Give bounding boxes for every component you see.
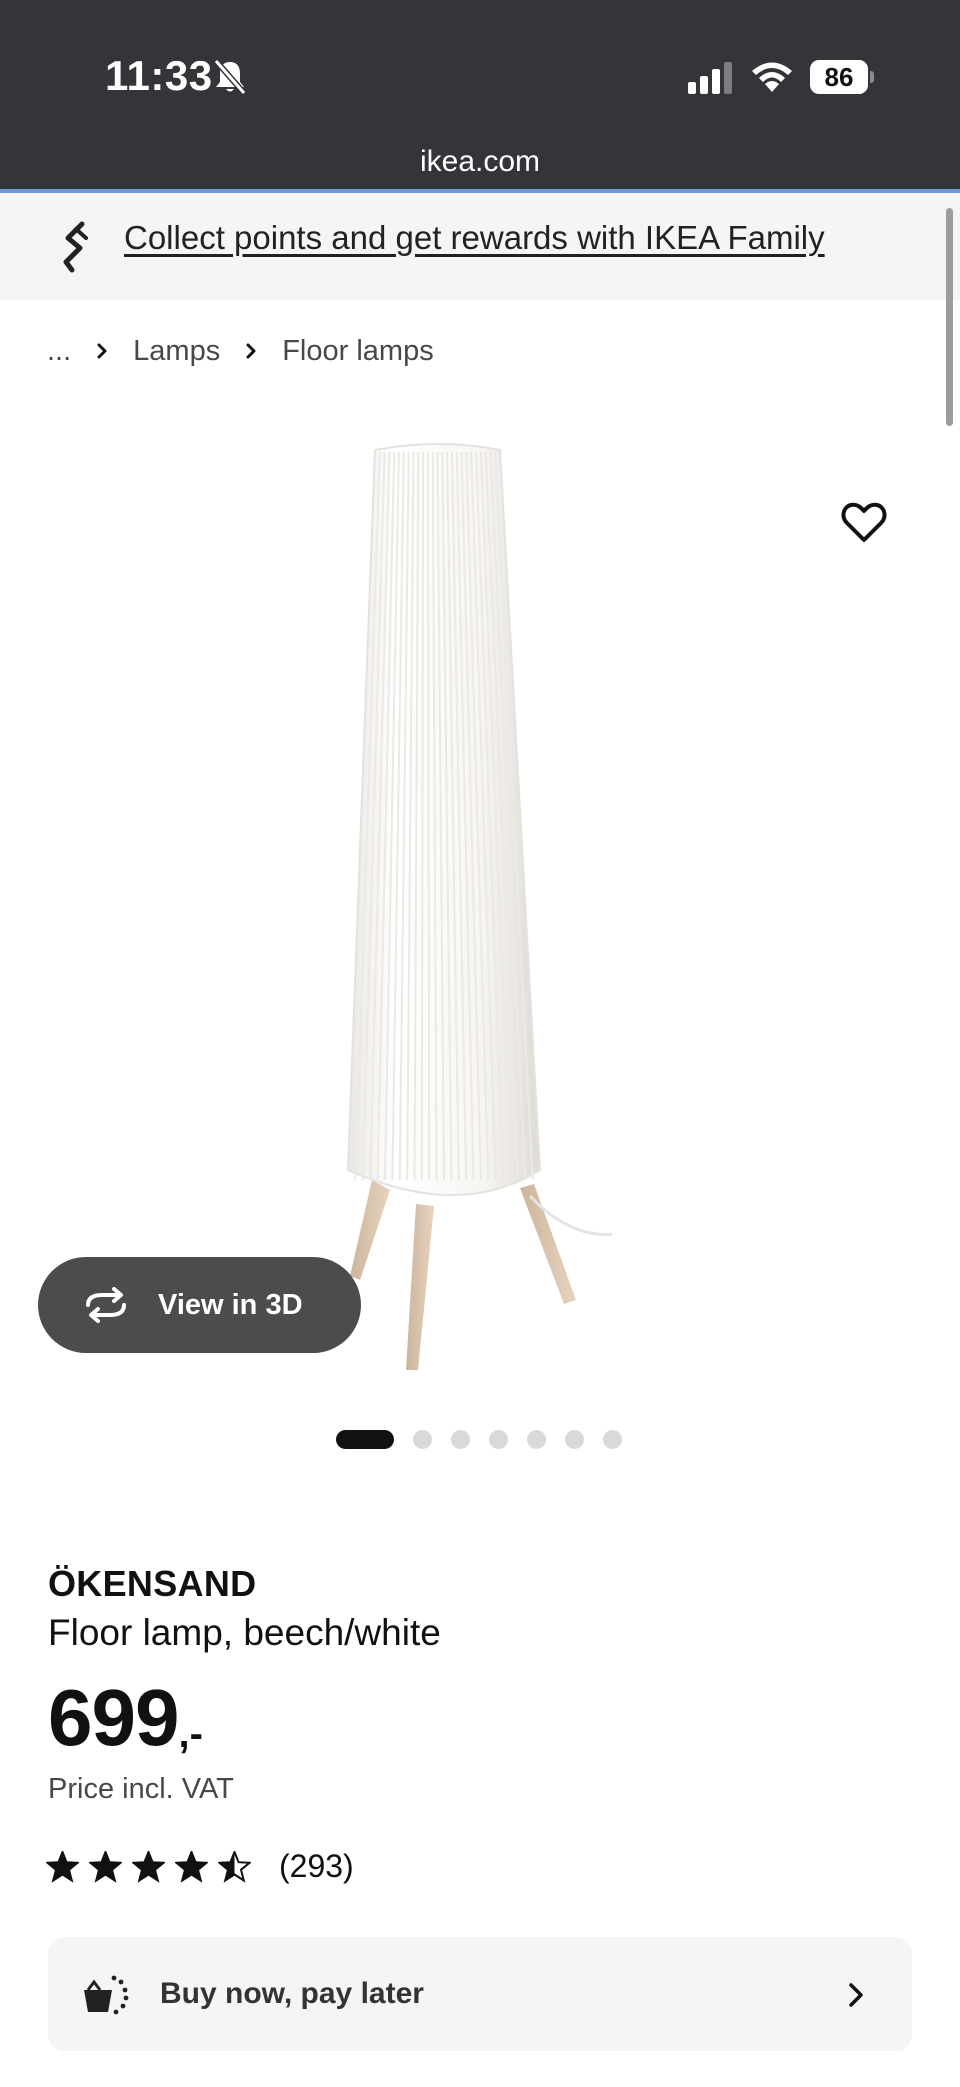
product-price: 699 ,- — [48, 1672, 203, 1764]
carousel-dot[interactable] — [527, 1429, 546, 1449]
carousel-dot[interactable] — [489, 1429, 508, 1449]
heart-icon[interactable] — [840, 500, 888, 544]
url-bar[interactable]: ikea.com — [0, 145, 960, 179]
product-image[interactable] — [0, 420, 960, 1400]
wifi-icon — [752, 62, 792, 92]
battery-level: 86 — [810, 60, 868, 94]
price-amount: 699 — [48, 1673, 179, 1762]
ikea-family-link[interactable]: Collect points and get rewards with IKEA… — [124, 219, 825, 257]
product-description: Floor lamp, beech/white — [48, 1612, 441, 1653]
view-in-3d-label: View in 3D — [158, 1288, 303, 1321]
review-count[interactable]: (293) — [279, 1848, 354, 1885]
carousel-dot[interactable] — [413, 1429, 432, 1449]
image-carousel-dots — [336, 1429, 641, 1449]
product-name: ÖKENSAND — [48, 1563, 257, 1604]
scrollbar[interactable] — [946, 208, 953, 426]
carousel-dot[interactable] — [565, 1429, 584, 1449]
breadcrumb-item-lamps[interactable]: Lamps — [133, 335, 220, 368]
carousel-dot-active[interactable] — [336, 1429, 394, 1449]
ikea-family-icon — [63, 221, 88, 273]
pay-later-label: Buy now, pay later — [160, 1977, 424, 2010]
chevron-right-icon — [246, 343, 256, 359]
breadcrumb-item-floor-lamps[interactable]: Floor lamps — [282, 335, 434, 368]
breadcrumb-ellipsis[interactable]: ... — [47, 335, 71, 368]
star-full-icon — [89, 1850, 122, 1883]
rating-stars — [46, 1850, 261, 1883]
status-time: 11:33 — [105, 52, 213, 99]
product-rating[interactable]: (293) — [46, 1848, 354, 1885]
ikea-family-banner: Collect points and get rewards with IKEA… — [0, 193, 960, 300]
buy-now-pay-later-button[interactable]: Buy now, pay later — [48, 1937, 912, 2051]
price-suffix: ,- — [178, 1712, 203, 1756]
star-half-icon — [218, 1850, 251, 1883]
pay-later-icon — [84, 1975, 129, 2015]
chevron-right-icon — [97, 343, 107, 359]
star-full-icon — [46, 1850, 79, 1883]
cellular-signal-icon — [688, 62, 732, 94]
bell-slash-icon — [213, 59, 247, 95]
breadcrumb: ... Lamps Floor lamps — [47, 331, 434, 371]
rotate-3d-icon — [86, 1287, 126, 1323]
carousel-dot[interactable] — [603, 1429, 622, 1449]
lamp-leg — [350, 1180, 390, 1280]
status-bar: 11:33 86 ikea.com — [0, 0, 960, 193]
star-full-icon — [175, 1850, 208, 1883]
lamp-leg — [520, 1184, 576, 1304]
battery-icon: 86 — [810, 60, 874, 94]
lamp-leg — [406, 1204, 434, 1370]
star-full-icon — [132, 1850, 165, 1883]
carousel-dot[interactable] — [451, 1429, 470, 1449]
chevron-right-icon — [849, 1983, 863, 2007]
view-in-3d-button[interactable]: View in 3D — [38, 1257, 361, 1353]
vat-note: Price incl. VAT — [48, 1773, 234, 1805]
